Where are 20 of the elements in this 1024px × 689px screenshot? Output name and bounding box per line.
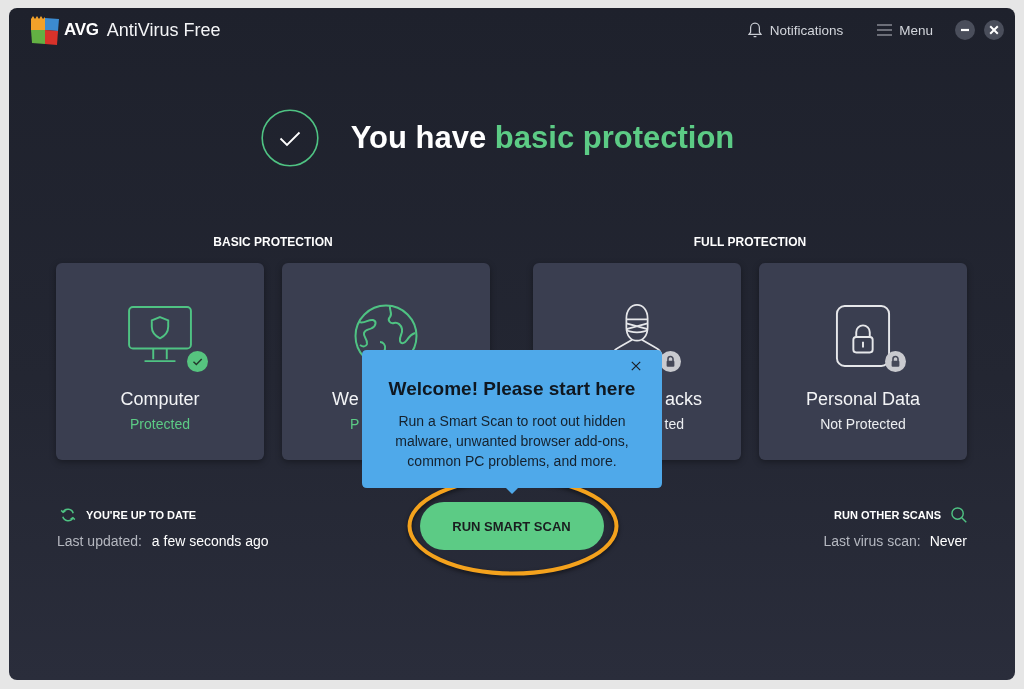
section-heading: FULL PROTECTION	[692, 235, 808, 249]
app-title: AntiVirus Free	[106, 19, 221, 41]
card-title: We	[332, 388, 359, 410]
card-title: acks	[665, 388, 702, 410]
section-heading: BASIC PROTECTION	[212, 235, 334, 249]
card-status: P	[350, 415, 360, 433]
last-updated-label: Last updated:	[57, 532, 142, 550]
popup-text: Run a Smart Scan to root out hidden malware, unwanted browser add-ons, common PC problems, and more.	[394, 412, 630, 471]
brand-wordmark: AVG	[64, 20, 99, 40]
update-status-heading: YOU'RE UP TO DATE	[86, 508, 197, 522]
card-status: ted	[664, 415, 684, 433]
card-status: Protected	[130, 415, 190, 433]
last-scan-label: Last virus scan:	[823, 532, 921, 550]
card-title: Personal Data	[805, 388, 921, 410]
popup-title: Welcome! Please start here	[387, 377, 637, 401]
status-headline: You have basic protection	[350, 119, 735, 157]
card-title: Computer	[120, 388, 200, 410]
card-status: Not Protected	[820, 415, 906, 433]
last-scan-value: Never	[929, 532, 967, 550]
last-updated-value: a few seconds ago	[151, 532, 269, 550]
